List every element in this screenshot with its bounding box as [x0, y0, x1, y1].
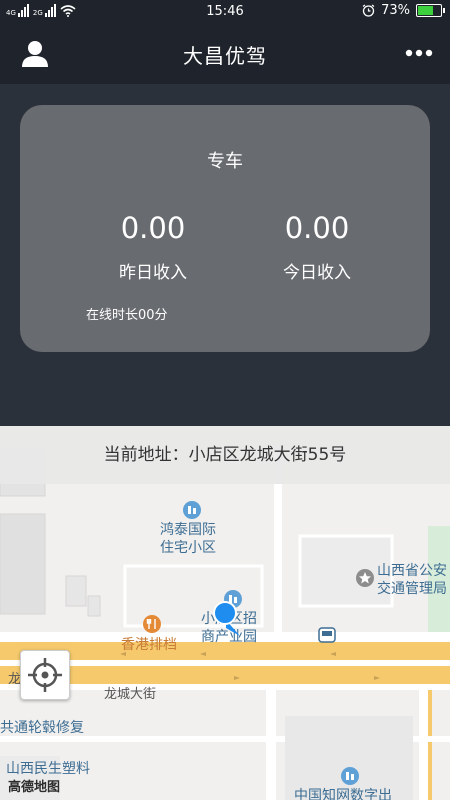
poi-lunggu: 共通轮毂修复: [0, 720, 84, 736]
map-view[interactable]: 当前地址：小店区龙城大街55号 鸿泰国际 住宅小区 山西省公安 交通管理局 小店…: [0, 426, 450, 800]
bank-icon: [341, 767, 359, 785]
poi-zhongguo: 中国知网数字出: [294, 788, 392, 800]
navigation-bar: 大昌优驾: [0, 24, 450, 84]
alarm-icon: [362, 4, 375, 17]
star-icon: [356, 569, 374, 587]
bus-icon: [318, 627, 336, 643]
poi-hongtai: 鸿泰国际 住宅小区: [160, 522, 216, 556]
battery-percent: 73%: [381, 3, 410, 18]
current-address: 当前地址：小店区龙城大街55号: [0, 426, 450, 484]
location-marker-icon: [213, 601, 240, 636]
poi-hk-restaurant: 香港排档: [121, 637, 177, 653]
income-card: 专车 0.00 昨日收入 0.00 今日收入 在线时长00分: [20, 105, 430, 352]
today-income-value: 0.00: [284, 211, 350, 245]
online-time: 在线时长00分: [86, 308, 168, 323]
restaurant-icon: [143, 615, 161, 633]
locate-icon: [28, 658, 62, 692]
poi-police: 山西省公安 交通管理局: [377, 563, 447, 597]
locate-button[interactable]: [20, 650, 70, 700]
battery-icon: [416, 4, 445, 17]
card-title: 专车: [207, 151, 243, 172]
today-income-label: 今日收入: [283, 263, 351, 283]
road-label: 龙城大街: [104, 687, 157, 702]
status-bar: 4G 2G 15:46 73%: [0, 0, 450, 24]
page-title: 大昌优驾: [183, 44, 267, 68]
amap-logo: 高德地图: [8, 780, 61, 795]
more-icon[interactable]: [404, 47, 434, 59]
yesterday-income-label: 昨日收入: [119, 263, 187, 283]
yesterday-income-value: 0.00: [120, 211, 186, 245]
bank-icon: [183, 501, 201, 519]
